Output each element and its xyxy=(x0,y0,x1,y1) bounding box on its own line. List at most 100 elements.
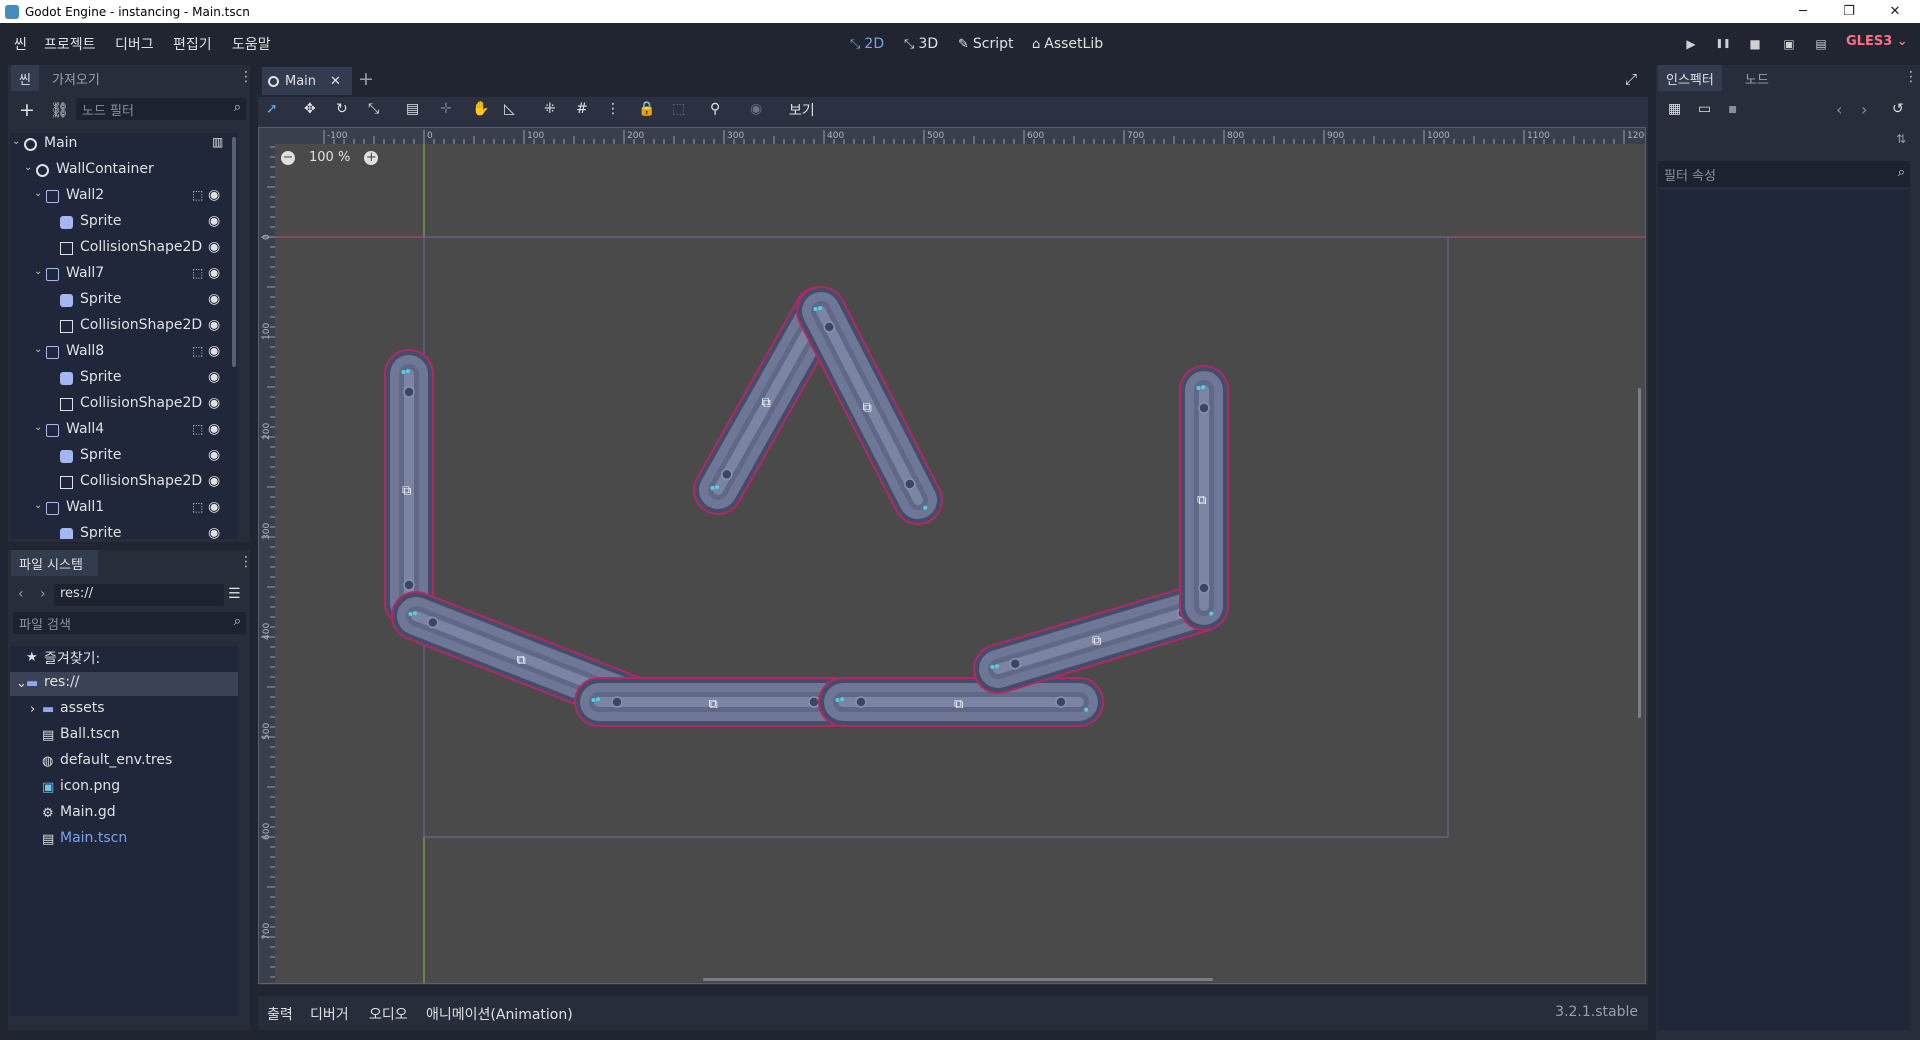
debugger-tab[interactable]: 디버거 xyxy=(310,1004,349,1024)
tree-item-collisionshape2d[interactable]: CollisionShape2D ◉ xyxy=(10,237,238,261)
node-pivot-icon[interactable]: ⧉ xyxy=(517,653,526,668)
view-menu[interactable]: 보기 xyxy=(789,100,815,120)
play-custom-scene-icon[interactable]: ▤ xyxy=(1812,35,1830,53)
visibility-eye-icon[interactable]: ◉ xyxy=(208,395,220,411)
file-item[interactable]: ▤ Main.tscn xyxy=(10,828,238,852)
menu-scene[interactable]: 씬 xyxy=(14,34,27,54)
2d-viewport[interactable]: -100 0 100 200 300 400 500 600 700 800 900 1000 1100… xyxy=(258,127,1646,984)
workspace-2d-button[interactable]: ⤡ 2D xyxy=(850,33,884,55)
lock-icon[interactable]: 🔒 xyxy=(638,101,655,117)
pause-icon[interactable]: ❚❚ xyxy=(1714,35,1732,53)
wall-instance[interactable]: ⧉ xyxy=(973,583,1225,694)
group-icon[interactable]: ⬚ xyxy=(672,101,685,117)
filesystem-menu-icon[interactable]: ⋮ xyxy=(239,554,253,570)
node-pivot-icon[interactable]: ⧉ xyxy=(709,697,718,712)
new-resource-icon[interactable]: ▦ xyxy=(1668,101,1681,117)
minimize-button[interactable]: ─ xyxy=(1780,0,1826,23)
tab-scene[interactable]: 씬 xyxy=(11,65,39,91)
back-icon[interactable]: ‹ xyxy=(18,586,24,602)
stop-icon[interactable]: ■ xyxy=(1746,35,1764,53)
visibility-eye-icon[interactable]: ◉ xyxy=(208,525,220,539)
tree-item-wall8[interactable]: ⌄ Wall8 ⬚ ◉ xyxy=(10,341,238,365)
maximize-button[interactable]: ❐ xyxy=(1826,0,1872,23)
node-pivot-icon[interactable]: ⧉ xyxy=(1197,493,1206,508)
pan-tool-icon[interactable]: ✋ xyxy=(472,101,489,117)
tree-item-wall1[interactable]: ⌄ Wall1 ⬚ ◉ xyxy=(10,497,238,521)
tree-item-wall4[interactable]: ⌄ Wall4 ⬚ ◉ xyxy=(10,419,238,443)
tree-item-sprite[interactable]: Sprite ◉ xyxy=(10,289,238,313)
file-item[interactable]: ⚙ Main.gd xyxy=(10,802,238,826)
skeleton-icon[interactable]: ⚲ xyxy=(710,101,720,117)
output-tab[interactable]: 출력 xyxy=(267,1004,293,1024)
menu-debug[interactable]: 디버그 xyxy=(115,34,154,54)
collapse-arrow-icon[interactable]: ⌄ xyxy=(34,188,42,199)
workspace-assetlib-button[interactable]: ⌂ AssetLib xyxy=(1032,33,1103,55)
tree-item-wall7[interactable]: ⌄ Wall7 ⬚ ◉ xyxy=(10,263,238,287)
visibility-eye-icon[interactable]: ◉ xyxy=(208,473,220,489)
wall-instance[interactable]: ⧉ xyxy=(384,349,434,628)
select-tool-icon[interactable]: ➚ xyxy=(266,101,278,117)
animation-tab[interactable]: 애니메이션(Animation) xyxy=(426,1004,573,1024)
ruler-tool-icon[interactable]: ◺ xyxy=(504,101,515,117)
open-folder-icon[interactable]: ▭ xyxy=(1698,101,1711,117)
wall-instance[interactable]: ⧉ xyxy=(796,286,943,525)
save-resource-icon[interactable]: ▪ xyxy=(1728,101,1738,117)
audio-tab[interactable]: 오디오 xyxy=(369,1004,408,1024)
distraction-free-icon[interactable]: ⤢ xyxy=(1625,70,1637,88)
history-icon[interactable]: ↺ xyxy=(1892,101,1904,117)
visibility-eye-icon[interactable]: ◉ xyxy=(208,447,220,463)
zoom-level[interactable]: 100 % xyxy=(309,150,350,165)
menu-editor[interactable]: 편집기 xyxy=(173,34,212,54)
node-pivot-icon[interactable]: ⧉ xyxy=(402,484,411,499)
visibility-eye-icon[interactable]: ◉ xyxy=(208,499,220,515)
file-item[interactable]: ★ 즐겨찾기: xyxy=(10,646,238,670)
move-tool-icon[interactable]: ✥ xyxy=(304,101,316,117)
collapse-arrow-icon[interactable]: ⌄ xyxy=(34,344,42,355)
menu-help[interactable]: 도움말 xyxy=(232,34,271,54)
split-mode-icon[interactable]: ☰ xyxy=(228,586,241,602)
visibility-eye-icon[interactable]: ◉ xyxy=(208,343,220,359)
visibility-eye-icon[interactable]: ◉ xyxy=(208,265,220,281)
scene-tree-scrollbar[interactable] xyxy=(232,137,236,367)
zoom-in-button[interactable]: + xyxy=(364,150,379,165)
smart-snap-icon[interactable]: ⁜ xyxy=(544,101,556,117)
inspector-menu-icon[interactable]: ⋮ xyxy=(1904,69,1918,85)
workspace-script-button[interactable]: ✎ Script xyxy=(958,33,1014,55)
renderer-selector[interactable]: GLES3 ⌄ xyxy=(1846,34,1908,49)
play-icon[interactable]: ▶ xyxy=(1682,35,1700,53)
instance-scene-icon[interactable]: ⛓ xyxy=(50,101,69,119)
tree-item-wallcontainer[interactable]: ⌄ WallContainer xyxy=(10,159,238,183)
camera-override-icon[interactable]: ◉ xyxy=(750,101,762,117)
vertical-scrollbar[interactable] xyxy=(1638,388,1641,718)
close-tab-icon[interactable]: ✕ xyxy=(330,74,341,89)
tree-item-sprite[interactable]: Sprite ◉ xyxy=(10,367,238,391)
scale-tool-icon[interactable]: ⤡ xyxy=(368,101,379,117)
filter-properties-input[interactable]: 필터 속성 ⌕ xyxy=(1658,161,1910,187)
file-search-input[interactable]: 파일 검색 ⌕ xyxy=(13,612,246,634)
tree-item-collisionshape2d[interactable]: CollisionShape2D ◉ xyxy=(10,393,238,417)
node-pivot-icon[interactable]: ⧉ xyxy=(762,396,771,411)
node-pivot-icon[interactable]: ⧉ xyxy=(954,697,963,712)
tab-node[interactable]: 노드 xyxy=(1737,65,1777,91)
tab-main-scene[interactable]: Main ✕ xyxy=(262,67,352,95)
tree-item-wall2[interactable]: ⌄ Wall2 ⬚ ◉ xyxy=(10,185,238,209)
group-selected-icon[interactable]: ⬚ xyxy=(192,344,203,358)
pivot-tool-icon[interactable]: ✛ xyxy=(440,101,452,117)
group-selected-icon[interactable]: ⬚ xyxy=(192,500,203,514)
visibility-eye-icon[interactable]: ◉ xyxy=(208,421,220,437)
file-item[interactable]: ▤ Ball.tscn xyxy=(10,724,238,748)
tab-import[interactable]: 가져오기 xyxy=(44,65,108,91)
script-icon[interactable]: ▥ xyxy=(212,135,223,149)
visibility-eye-icon[interactable]: ◉ xyxy=(208,317,220,333)
node-pivot-icon[interactable]: ⧉ xyxy=(863,401,872,416)
tree-item-sprite[interactable]: Sprite ◉ xyxy=(10,445,238,469)
wall-instance[interactable]: ⧉ xyxy=(818,677,1104,727)
horizontal-scrollbar[interactable] xyxy=(703,978,1213,981)
expand-arrow-icon[interactable]: › xyxy=(30,702,35,717)
tab-filesystem[interactable]: 파일 시스템 xyxy=(11,550,98,576)
group-selected-icon[interactable]: ⬚ xyxy=(192,266,203,280)
collapse-arrow-icon[interactable]: ⌄ xyxy=(34,422,42,433)
tree-item-collisionshape2d[interactable]: CollisionShape2D ◉ xyxy=(10,471,238,495)
tree-item-collisionshape2d[interactable]: CollisionShape2D ◉ xyxy=(10,315,238,339)
visibility-eye-icon[interactable]: ◉ xyxy=(208,291,220,307)
